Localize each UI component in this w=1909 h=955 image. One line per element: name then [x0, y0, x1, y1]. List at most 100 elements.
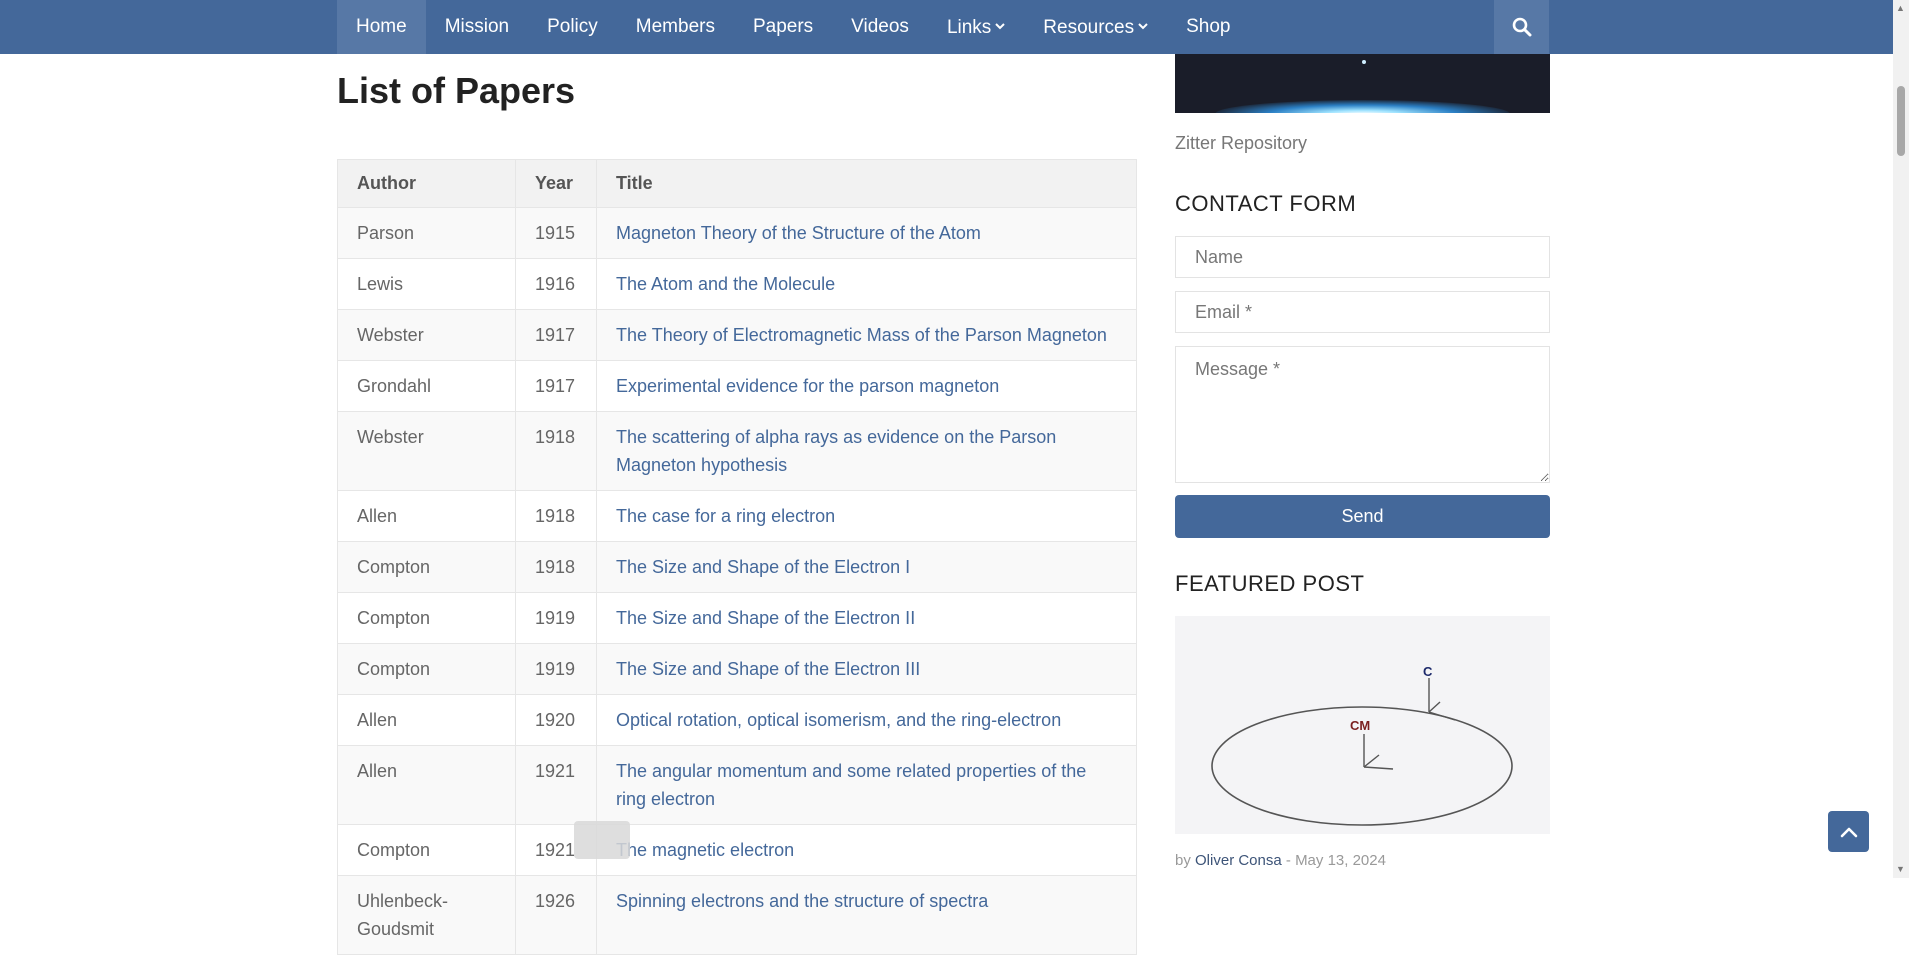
nav-item-label: Policy	[547, 16, 598, 37]
author-link[interactable]: Oliver Consa	[1195, 852, 1282, 869]
table-row: Lewis 1916 The Atom and the Molecule	[337, 258, 1137, 310]
cell-title: The scattering of alpha rays as evidence…	[596, 411, 1137, 491]
page-title: List of Papers	[337, 70, 576, 111]
column-header-title: Title	[596, 159, 1137, 208]
cell-title: The case for a ring electron	[596, 490, 1137, 542]
nav-item-shop[interactable]: Shop	[1167, 0, 1249, 54]
cell-year: 1919	[515, 643, 597, 695]
nav-item-policy[interactable]: Policy	[528, 0, 617, 54]
email-field[interactable]	[1175, 291, 1550, 333]
c-label: C	[1423, 664, 1433, 679]
papers-table-body: Parson 1915 Magneton Theory of the Structu…	[337, 207, 1137, 955]
nav-item-label: Resources	[1043, 17, 1135, 38]
image-caption: Zitter Repository	[1175, 133, 1308, 153]
cm-label: CM	[1350, 718, 1370, 733]
byline-separator: -	[1285, 852, 1291, 869]
send-button[interactable]: Send	[1175, 495, 1550, 538]
cell-author: Allen	[337, 694, 516, 746]
cell-year: 1918	[515, 411, 597, 491]
nav-item-papers[interactable]: Papers	[734, 0, 832, 54]
cell-author: Allen	[337, 745, 516, 825]
post-date: May 13, 2024	[1295, 852, 1386, 869]
papers-table: Author Year Title Parson 1915 Magneton The…	[337, 159, 1137, 955]
cell-title: The Size and Shape of the Electron III	[596, 643, 1137, 695]
paper-title-link[interactable]: The Size and Shape of the Electron III	[616, 659, 920, 679]
page-scrollbar[interactable]: ▲ ▼	[1893, 0, 1909, 878]
cell-year: 1919	[515, 592, 597, 644]
paper-title-link[interactable]: Spinning electrons and the structure of …	[616, 891, 988, 911]
paper-title-link[interactable]: The Atom and the Molecule	[616, 274, 835, 294]
paper-title-link[interactable]: Experimental evidence for the parson mag…	[616, 376, 999, 396]
paper-title-link[interactable]: The case for a ring electron	[616, 506, 835, 526]
table-header-row: Author Year Title	[337, 159, 1137, 208]
cell-title: The Size and Shape of the Electron I	[596, 541, 1137, 593]
paper-title-link[interactable]: Optical rotation, optical isomerism, and…	[616, 710, 1061, 730]
cell-author: Allen	[337, 490, 516, 542]
name-field[interactable]	[1175, 236, 1550, 278]
light-dot	[1362, 60, 1366, 64]
paper-title-link[interactable]: The angular momentum and some related pr…	[616, 761, 1086, 809]
c-depth-axis	[1428, 701, 1441, 713]
table-row: Grondahl 1917 Experimental evidence for th…	[337, 360, 1137, 412]
cell-title: The magnetic electron	[596, 824, 1137, 876]
cell-year: 1917	[515, 309, 597, 361]
back-to-top-button[interactable]	[1828, 811, 1869, 852]
scroll-down-arrow-icon[interactable]: ▼	[1896, 864, 1905, 874]
cell-year: 1918	[515, 490, 597, 542]
cell-year: 1916	[515, 258, 597, 310]
c-tangent-axis	[1428, 711, 1456, 721]
chevron-down-icon	[995, 21, 1006, 33]
cell-author: Parson	[337, 207, 516, 259]
table-row: Webster 1917 The Theory of Electromagnetic…	[337, 309, 1137, 361]
nav-item-label: Videos	[851, 16, 909, 37]
cell-year: 1918	[515, 541, 597, 593]
nav-search-button[interactable]	[1494, 0, 1549, 54]
cell-author: Compton	[337, 541, 516, 593]
byline-prefix: by	[1175, 852, 1191, 869]
table-row: Compton 1919 The Size and Shape of the Ele…	[337, 592, 1137, 644]
cm-depth-axis	[1363, 754, 1380, 768]
paper-title-link[interactable]: The Size and Shape of the Electron II	[616, 608, 915, 628]
nav-item-mission[interactable]: Mission	[426, 0, 528, 54]
table-row: Uhlenbeck-Goudsmit 1926 Spinning electrons…	[337, 875, 1137, 955]
column-header-author: Author	[337, 159, 516, 208]
paper-title-link[interactable]: The magnetic electron	[616, 840, 794, 860]
paper-title-link[interactable]: The Size and Shape of the Electron I	[616, 557, 910, 577]
cm-horizontal-axis	[1363, 766, 1394, 770]
scroll-up-arrow-icon[interactable]: ▲	[1896, 3, 1905, 13]
scrollbar-thumb[interactable]	[1897, 86, 1905, 156]
cell-author: Uhlenbeck-Goudsmit	[337, 875, 516, 955]
chevron-up-icon	[1840, 827, 1857, 837]
nav-item-links[interactable]: Links	[928, 0, 1024, 54]
light-flare	[1215, 100, 1510, 113]
cell-title: Optical rotation, optical isomerism, and…	[596, 694, 1137, 746]
table-row: Compton 1918 The Size and Shape of the Ele…	[337, 541, 1137, 593]
repository-banner-image[interactable]	[1175, 54, 1550, 113]
featured-post-image[interactable]: CM C	[1175, 616, 1550, 834]
cell-author: Compton	[337, 643, 516, 695]
nav-menu: Home Mission Policy Members Papers Videos Link…	[337, 0, 1250, 54]
nav-item-label: Papers	[752, 16, 814, 37]
cell-author: Lewis	[337, 258, 516, 310]
nav-item-resources[interactable]: Resources	[1024, 0, 1167, 54]
cell-title: The Size and Shape of the Electron II	[596, 592, 1137, 644]
nav-item-label: Links	[946, 17, 992, 38]
paper-title-link[interactable]: The Theory of Electromagnetic Mass of th…	[616, 325, 1107, 345]
table-row: Allen 1920 Optical rotation, optical isome…	[337, 694, 1137, 746]
nav-item-members[interactable]: Members	[617, 0, 734, 54]
cell-author: Webster	[337, 309, 516, 361]
paper-title-link[interactable]: Magneton Theory of the Structure of the …	[616, 223, 981, 243]
cell-year: 1921	[515, 745, 597, 825]
nav-item-home[interactable]: Home	[337, 0, 426, 54]
nav-item-label: Shop	[1186, 16, 1231, 37]
nav-item-videos[interactable]: Videos	[832, 0, 928, 54]
cell-author: Compton	[337, 824, 516, 876]
message-field[interactable]	[1175, 346, 1550, 483]
paper-title-link[interactable]: The scattering of alpha rays as evidence…	[616, 427, 1056, 475]
chevron-down-icon	[1138, 21, 1148, 33]
cell-title: Spinning electrons and the structure of …	[596, 875, 1137, 955]
table-row: Allen 1921 The angular momentum and some r…	[337, 745, 1137, 825]
cell-title: The Atom and the Molecule	[596, 258, 1137, 310]
featured-post-title: FEATURED POST	[1175, 571, 1365, 596]
cell-year: 1915	[515, 207, 597, 259]
